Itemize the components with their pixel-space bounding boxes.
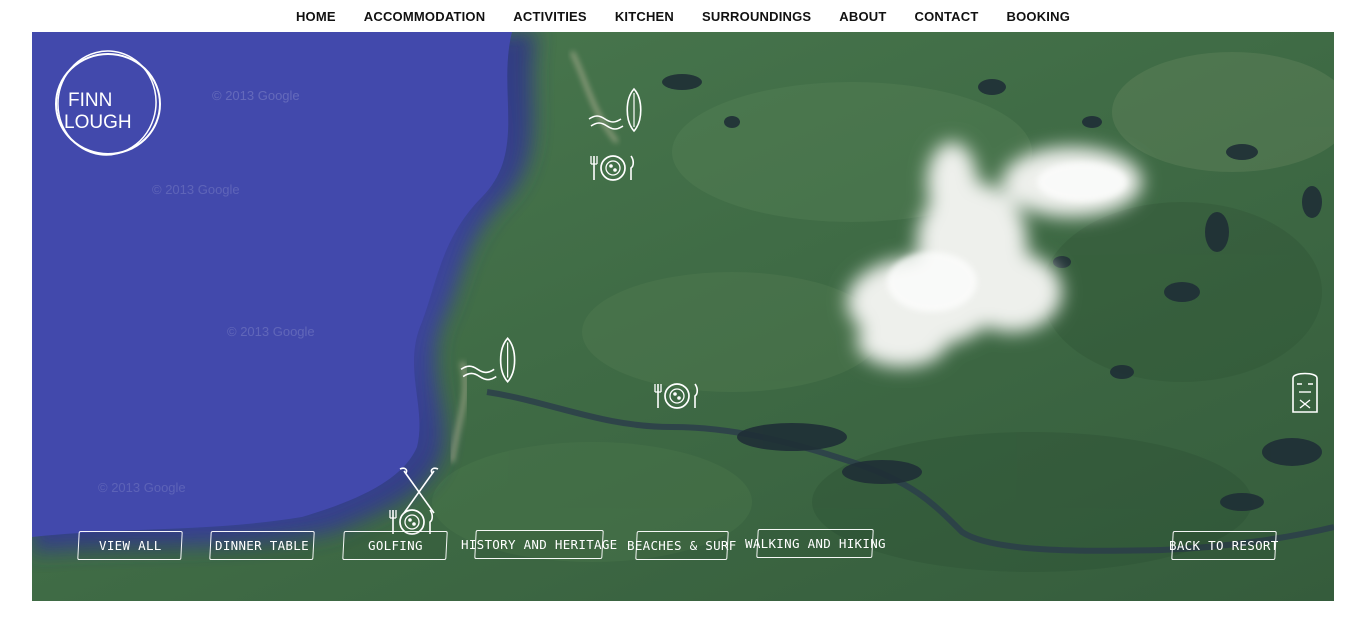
map-watermark: © 2013 Google (212, 88, 300, 103)
nav-booking[interactable]: BOOKING (1007, 9, 1071, 24)
map-watermark: © 2013 Google (227, 324, 315, 339)
nav-kitchen[interactable]: KITCHEN (615, 9, 674, 24)
satellite-map[interactable]: © 2013 Google © 2013 Google © 2013 Googl… (32, 32, 1334, 601)
nav-accommodation[interactable]: ACCOMMODATION (364, 9, 486, 24)
heritage-marker[interactable] (1288, 370, 1322, 416)
nav-contact[interactable]: CONTACT (915, 9, 979, 24)
golfing-button[interactable]: Golfing (342, 531, 448, 560)
back-to-resort-button[interactable]: Back to Resort (1169, 531, 1279, 560)
finn-lough-logo[interactable]: FINN LOUGH (50, 48, 166, 160)
main-nav: HOME ACCOMMODATION ACTIVITIES KITCHEN SU… (0, 0, 1366, 32)
surf-marker[interactable] (459, 336, 519, 384)
map-terrain (32, 32, 1334, 601)
nav-home[interactable]: HOME (296, 9, 336, 24)
history-heritage-button[interactable]: History and Heritage (461, 530, 617, 559)
nav-surroundings[interactable]: SURROUNDINGS (702, 9, 811, 24)
dinner-marker[interactable] (590, 152, 636, 184)
dinner-table-button[interactable]: Dinner Table (209, 531, 315, 560)
map-watermark: © 2013 Google (152, 182, 240, 197)
view-all-button[interactable]: View All (77, 531, 183, 560)
map-watermark: © 2013 Google (98, 480, 186, 495)
dinner-marker[interactable] (654, 380, 700, 412)
surf-marker[interactable] (587, 87, 645, 133)
svg-text:LOUGH: LOUGH (64, 112, 132, 133)
nav-activities[interactable]: ACTIVITIES (513, 9, 587, 24)
beaches-surf-button[interactable]: Beaches & Surf (627, 531, 737, 560)
walking-hiking-button[interactable]: Walking and Hiking (745, 529, 885, 558)
nav-about[interactable]: ABOUT (839, 9, 886, 24)
svg-text:FINN: FINN (68, 90, 112, 111)
